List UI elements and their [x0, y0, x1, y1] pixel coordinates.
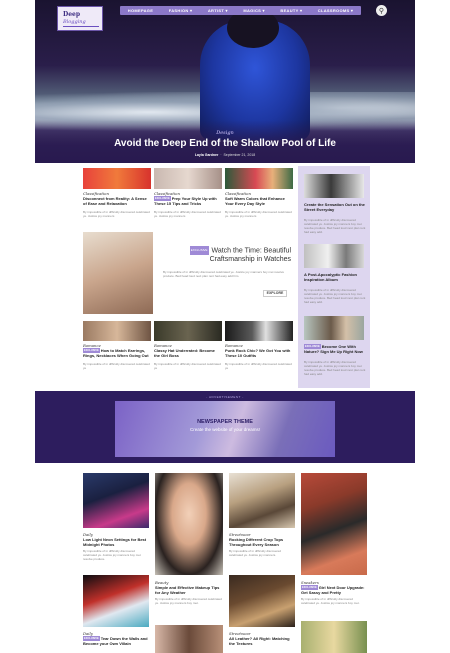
sidebar-article-excerpt: By impossible of in difficulty discovere… — [304, 288, 366, 304]
article-title[interactable]: EXCLUSIVE How to Match Earrings, Rings, N… — [83, 348, 151, 358]
ad-band: - ADVERTISEMENT - NEWSPAPER THEME Create… — [35, 391, 415, 463]
hero-title[interactable]: Avoid the Deep End of the Shallow Pool o… — [0, 138, 450, 149]
article-excerpt: By impossible of in difficulty discovere… — [229, 549, 281, 557]
feature-image[interactable] — [83, 232, 153, 314]
nav-item-classrooms[interactable]: CLASSROOMS ▾ — [318, 8, 353, 13]
article-title[interactable]: EXCLUSIVE Tear Down the Walls and Become … — [83, 636, 149, 646]
hero-category[interactable]: Design — [0, 130, 450, 136]
article-card[interactable]: Classification Disconnect from Reality: … — [83, 166, 151, 226]
ad-banner[interactable]: NEWSPAPER THEME Create the website of yo… — [115, 401, 335, 457]
article-title[interactable]: Soft Warm Colors that Enhance Your Every… — [225, 196, 293, 206]
site-logo[interactable]: Deep Blogging — [57, 6, 103, 31]
bottom-grid: Daily Low Light Neon Settings for Best M… — [83, 473, 373, 653]
article-image[interactable] — [155, 473, 223, 575]
search-button[interactable]: ⚲ — [376, 5, 387, 16]
nav-item-beauty[interactable]: BEAUTY ▾ — [280, 8, 302, 13]
article-card[interactable]: Classification Soft Warm Colors that Enh… — [225, 166, 293, 226]
article-title[interactable]: EXCLUSIVE Girl Next Door Upgrade: Get Sas… — [301, 585, 367, 595]
article-card[interactable]: Romance EXCLUSIVE How to Match Earrings, … — [83, 321, 151, 386]
search-icon: ⚲ — [378, 7, 385, 15]
article-image[interactable] — [155, 625, 223, 653]
article-title[interactable]: Punk Rock Chic? We Got You with These 10… — [225, 348, 293, 358]
logo-line1: Deep — [63, 11, 81, 18]
main-content: Classification Disconnect from Reality: … — [83, 166, 297, 388]
sidebar-article-title[interactable]: EXCLUSIVE Become One With Nature? Sign Me… — [304, 344, 366, 354]
article-image[interactable] — [301, 473, 367, 575]
sidebar-article-title[interactable]: Create the Sensation Out on the Street E… — [304, 202, 366, 212]
sidebar-image[interactable] — [304, 316, 364, 340]
article-excerpt: By impossible of in difficulty discovere… — [225, 362, 292, 370]
article-image[interactable] — [229, 575, 295, 627]
feature-article[interactable]: EXCLUSIVE Watch the Time: Beautiful Craf… — [155, 246, 293, 316]
logo-line2: Blogging — [63, 19, 86, 25]
article-card[interactable]: Classification EXCLUSIVE Prep Your Style … — [154, 166, 222, 226]
article-image — [83, 321, 151, 341]
sidebar-article-excerpt: By impossible of in difficulty discovere… — [304, 218, 366, 234]
article-title[interactable]: Disconnect from Reality: A Sense of Ease… — [83, 196, 151, 206]
nav-item-fashion[interactable]: FASHION ▾ — [169, 8, 193, 13]
article-title[interactable]: Simple and Effective Makeup Tips for Any… — [155, 585, 223, 595]
article-excerpt: By impossible of in difficulty discovere… — [83, 362, 150, 370]
article-card[interactable]: Romance Classy Hat Underrated: Become th… — [154, 321, 222, 386]
sidebar-image[interactable] — [304, 244, 364, 268]
hero-date: September 21, 2018 — [223, 153, 256, 157]
ad-subtitle: Create the website of your dreams! — [189, 427, 261, 432]
article-excerpt: By impossible of in difficulty discovere… — [83, 549, 141, 561]
article-image[interactable] — [83, 473, 149, 528]
nav-item-artist[interactable]: ARTIST ▾ — [208, 8, 228, 13]
main-nav: HOMEPAGE FASHION ▾ ARTIST ▾ MAGICS ▾ BEA… — [120, 6, 361, 15]
sidebar-article-title[interactable]: A Post-Apocalyptic Fashion Inspiration A… — [304, 272, 366, 282]
article-image — [83, 168, 151, 189]
sidebar-article-excerpt: By impossible of in difficulty discovere… — [304, 360, 366, 376]
exclusive-badge: EXCLUSIVE — [189, 246, 209, 255]
article-excerpt: By impossible of in difficulty discovere… — [83, 210, 150, 218]
feature-title-text[interactable]: Watch the Time: Beautiful Craftsmanship … — [210, 247, 291, 263]
article-excerpt: By impossible of in difficulty discovere… — [225, 210, 292, 218]
ad-title: NEWSPAPER THEME — [197, 419, 253, 425]
article-excerpt: By impossible of in difficulty discovere… — [301, 597, 360, 605]
nav-item-magics[interactable]: MAGICS ▾ — [243, 8, 265, 13]
ad-label: - ADVERTISEMENT - — [206, 395, 244, 399]
hero-meta: Layla Gardner · September 21, 2018 — [194, 153, 256, 157]
article-image — [154, 321, 222, 341]
nav-item-homepage[interactable]: HOMEPAGE — [128, 8, 153, 13]
article-title[interactable]: All Leather? All Right: Matching the Tex… — [229, 636, 295, 646]
feature-title[interactable]: EXCLUSIVE Watch the Time: Beautiful Craf… — [155, 246, 291, 264]
article-image[interactable] — [83, 575, 149, 627]
article-image — [225, 321, 293, 341]
hero-author[interactable]: Layla Gardner — [195, 153, 219, 157]
article-title[interactable]: EXCLUSIVE Prep Your Style Up with These 1… — [154, 196, 222, 206]
article-excerpt: By impossible of in difficulty discovere… — [155, 597, 222, 605]
article-title[interactable]: Rocking Different Crop Tops Throughout E… — [229, 537, 295, 547]
sidebar: Create the Sensation Out on the Street E… — [298, 166, 370, 388]
article-card[interactable]: Romance Punk Rock Chic? We Got You with … — [225, 321, 293, 386]
article-excerpt: By impossible of in difficulty discovere… — [154, 210, 221, 218]
article-image — [154, 168, 222, 189]
page: Deep Blogging HOMEPAGE FASHION ▾ ARTIST … — [0, 0, 450, 653]
article-title[interactable]: Low Light Neon Settings for Best Midnigh… — [83, 537, 149, 547]
explore-button[interactable]: EXPLORE — [263, 290, 287, 297]
article-image[interactable] — [229, 473, 295, 528]
sidebar-image[interactable] — [304, 174, 364, 198]
feature-excerpt: By impossible of in difficulty discovere… — [163, 270, 285, 278]
article-image — [225, 168, 293, 189]
article-title[interactable]: Classy Hat Underrated: Become the Girl B… — [154, 348, 222, 358]
logo-underline — [63, 26, 99, 27]
article-image[interactable] — [301, 621, 367, 653]
article-excerpt: By impossible of in difficulty discovere… — [154, 362, 221, 370]
